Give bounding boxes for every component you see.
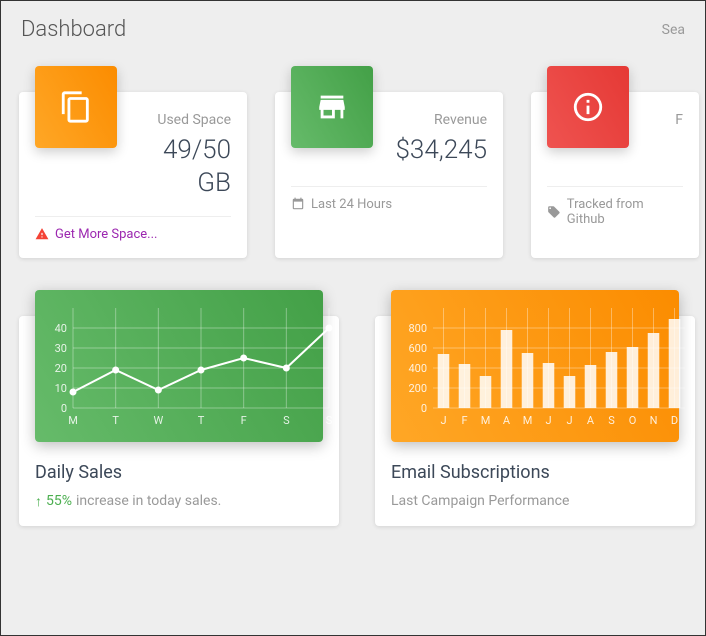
svg-text:O: O xyxy=(629,414,637,427)
card-fixed-issues: F Tracked from Github xyxy=(531,92,699,258)
svg-text:F: F xyxy=(241,414,247,427)
svg-text:400: 400 xyxy=(408,362,427,375)
chart-daily-sales: 010203040MTWTFSS xyxy=(35,290,323,442)
warning-icon xyxy=(35,227,49,241)
calendar-icon xyxy=(291,197,305,211)
svg-text:200: 200 xyxy=(408,382,427,395)
svg-text:10: 10 xyxy=(55,382,67,395)
svg-text:F: F xyxy=(461,414,467,427)
svg-text:M: M xyxy=(68,414,78,427)
svg-text:J: J xyxy=(545,414,551,427)
svg-text:40: 40 xyxy=(55,322,67,335)
card-footer: Last 24 Hours xyxy=(291,186,487,212)
chart-email-subscriptions: 0200400600800JFMAMJJASOND xyxy=(391,290,679,442)
svg-text:M: M xyxy=(523,414,533,427)
chart-subtitle: Last Campaign Performance xyxy=(391,493,679,509)
chart-title: Daily Sales xyxy=(35,462,323,483)
card-daily-sales: 0 10 20 30 40 M T W T F S S Daily Sales ↑ 55% incre… xyxy=(19,316,339,526)
stat-cards-row: Used Space 49/50 GB Get More Space... Re… xyxy=(1,52,705,258)
card-revenue: Revenue $34,245 Last 24 Hours xyxy=(275,92,503,258)
svg-text:0: 0 xyxy=(61,402,67,415)
header: Dashboard Sea xyxy=(1,1,705,52)
card-footer-text: Last 24 Hours xyxy=(311,197,392,212)
svg-text:S: S xyxy=(326,414,333,427)
svg-text:S: S xyxy=(608,414,615,427)
svg-text:J: J xyxy=(566,414,572,427)
copy-icon xyxy=(35,66,117,148)
page-title: Dashboard xyxy=(21,17,126,42)
info-icon xyxy=(547,66,629,148)
search-input[interactable]: Sea xyxy=(662,22,685,38)
svg-text:T: T xyxy=(112,414,119,427)
card-email-subscriptions: 0200400600800JFMAMJJASOND Email Subscrip… xyxy=(375,316,695,526)
chart-title: Email Subscriptions xyxy=(391,462,679,483)
card-footer: Get More Space... xyxy=(35,216,231,242)
svg-text:600: 600 xyxy=(408,342,427,355)
card-value: $34,245 xyxy=(377,134,487,168)
card-unit: GB xyxy=(35,168,231,198)
arrow-up-icon: ↑ xyxy=(35,493,42,510)
svg-text:S: S xyxy=(283,414,290,427)
svg-text:D: D xyxy=(671,414,678,427)
store-icon xyxy=(291,66,373,148)
svg-text:A: A xyxy=(503,414,511,427)
svg-text:0: 0 xyxy=(421,402,427,415)
charts-row: 0 10 20 30 40 M T W T F S S Daily Sales ↑ 55% incre… xyxy=(1,258,705,526)
svg-text:800: 800 xyxy=(408,322,427,335)
svg-text:T: T xyxy=(198,414,205,427)
svg-text:J: J xyxy=(440,414,446,427)
get-more-space-link[interactable]: Get More Space... xyxy=(55,227,157,242)
svg-text:20: 20 xyxy=(55,362,67,375)
chart-subtitle: ↑ 55% increase in today sales. xyxy=(35,493,323,510)
svg-text:M: M xyxy=(481,414,491,427)
card-footer: Tracked from Github xyxy=(547,186,683,227)
card-footer-text: Tracked from Github xyxy=(567,197,683,227)
tag-icon xyxy=(547,205,561,219)
svg-text:A: A xyxy=(587,414,595,427)
svg-text:W: W xyxy=(153,414,163,427)
card-used-space: Used Space 49/50 GB Get More Space... xyxy=(19,92,247,258)
svg-text:30: 30 xyxy=(55,342,67,355)
svg-text:N: N xyxy=(650,414,658,427)
